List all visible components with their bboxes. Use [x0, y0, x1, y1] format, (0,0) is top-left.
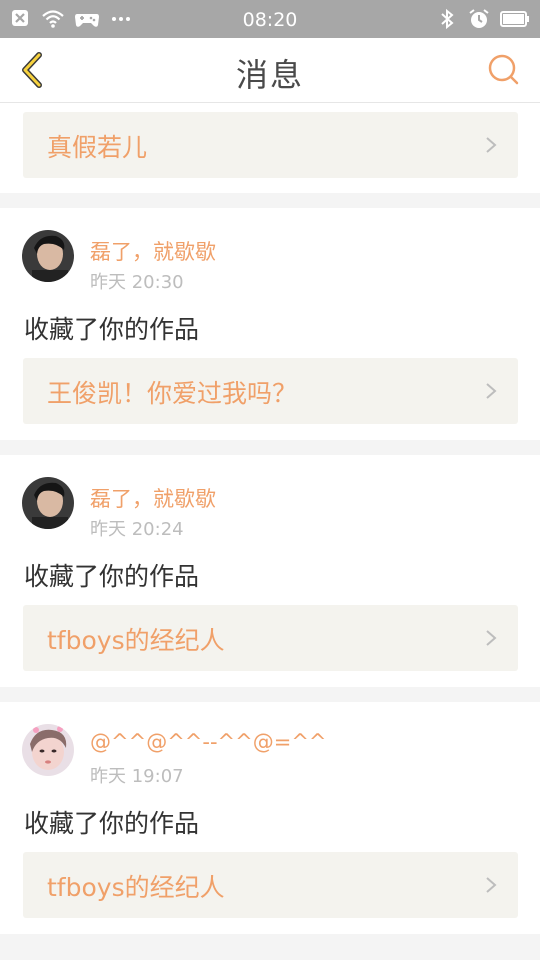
work-title: 真假若儿 — [47, 133, 148, 162]
work-link[interactable]: 王俊凯！你爱过我吗？ — [23, 358, 518, 424]
alarm-icon — [469, 9, 489, 28]
avatar[interactable] — [22, 477, 74, 529]
app-header: 消息 — [0, 38, 540, 103]
action-text: 收藏了你的作品 — [24, 809, 200, 838]
bluetooth-icon — [441, 8, 454, 30]
search-icon[interactable] — [486, 52, 522, 88]
chevron-right-icon — [486, 630, 497, 646]
avatar[interactable] — [22, 230, 74, 282]
work-link[interactable]: tfboys的经纪人 — [23, 605, 518, 671]
post-time: 昨天 19:07 — [90, 766, 184, 787]
message-card-partial: 真假若儿 — [0, 103, 540, 193]
battery-icon — [500, 11, 529, 27]
avatar-photo-icon — [22, 724, 74, 776]
status-bar: 08:20 — [0, 0, 540, 38]
action-text: 收藏了你的作品 — [24, 562, 200, 591]
chevron-right-icon — [486, 137, 497, 153]
message-card: @^^@^^--^^@=^^ 昨天 19:07 收藏了你的作品 tfboys的经… — [0, 702, 540, 934]
status-right-icons — [436, 8, 530, 30]
message-card: 磊了，就歇歇 昨天 20:30 收藏了你的作品 王俊凯！你爱过我吗？ — [0, 208, 540, 440]
action-text: 收藏了你的作品 — [24, 315, 200, 344]
work-link[interactable]: tfboys的经纪人 — [23, 852, 518, 918]
work-link[interactable]: 真假若儿 — [23, 112, 518, 178]
user-name[interactable]: @^^@^^--^^@=^^ — [90, 730, 327, 754]
post-time: 昨天 20:30 — [90, 272, 184, 293]
avatar-photo-icon — [22, 477, 74, 529]
page-title: 消息 — [235, 56, 304, 94]
user-name[interactable]: 磊了，就歇歇 — [90, 236, 216, 266]
avatar[interactable] — [22, 724, 74, 776]
chevron-right-icon — [486, 877, 497, 893]
chevron-right-icon — [486, 383, 497, 399]
avatar-photo-icon — [22, 230, 74, 282]
work-title: tfboys的经纪人 — [47, 873, 225, 902]
user-name[interactable]: 磊了，就歇歇 — [90, 483, 216, 513]
work-title: 王俊凯！你爱过我吗？ — [47, 379, 298, 408]
post-time: 昨天 20:24 — [90, 519, 184, 540]
work-title: tfboys的经纪人 — [47, 626, 225, 655]
message-card: 磊了，就歇歇 昨天 20:24 收藏了你的作品 tfboys的经纪人 — [0, 455, 540, 687]
